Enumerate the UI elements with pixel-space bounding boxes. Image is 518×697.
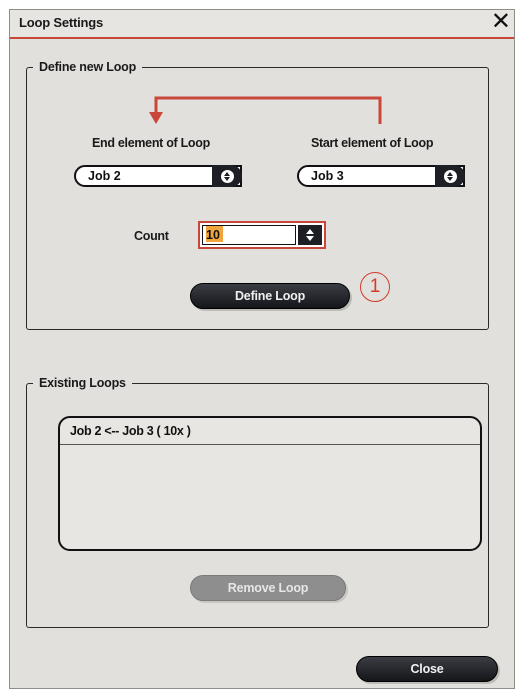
- spinner-up-icon[interactable]: [306, 229, 314, 234]
- define-loop-button-label: Define Loop: [234, 289, 306, 303]
- callout-marker: 1: [360, 272, 390, 302]
- start-element-select[interactable]: Job 3: [297, 165, 465, 187]
- list-item[interactable]: Job 2 <-- Job 3 ( 10x ): [60, 418, 480, 445]
- close-button-label: Close: [410, 662, 444, 676]
- loop-arrow-icon: [149, 96, 382, 124]
- remove-loop-button[interactable]: Remove Loop: [190, 575, 346, 601]
- start-element-dropdown-toggle[interactable]: [435, 165, 465, 187]
- start-element-value: Job 3: [311, 169, 344, 183]
- updown-arrows-icon: [220, 169, 234, 183]
- existing-group-legend: Existing Loops: [39, 376, 126, 390]
- close-button[interactable]: Close: [356, 656, 498, 682]
- spinner-down-icon[interactable]: [306, 236, 314, 241]
- dialog-title: Loop Settings: [19, 15, 104, 30]
- existing-loops-list[interactable]: Job 2 <-- Job 3 ( 10x ): [58, 416, 482, 551]
- define-group-legend: Define new Loop: [39, 60, 137, 74]
- end-element-label: End element of Loop: [92, 136, 210, 150]
- updown-arrows-icon: [443, 169, 457, 183]
- count-field-wrapper: [198, 221, 326, 249]
- close-icon[interactable]: ✕: [491, 8, 511, 36]
- end-element-value: Job 2: [88, 169, 121, 183]
- count-input[interactable]: [202, 225, 296, 245]
- count-label: Count: [134, 229, 169, 243]
- title-bar: Loop Settings ✕: [10, 8, 514, 39]
- define-loop-button[interactable]: Define Loop: [190, 283, 350, 309]
- start-element-label: Start element of Loop: [311, 136, 434, 150]
- remove-loop-button-label: Remove Loop: [227, 581, 309, 595]
- end-element-select[interactable]: Job 2: [74, 165, 242, 187]
- count-spinner[interactable]: [298, 225, 322, 245]
- end-element-dropdown-toggle[interactable]: [212, 165, 242, 187]
